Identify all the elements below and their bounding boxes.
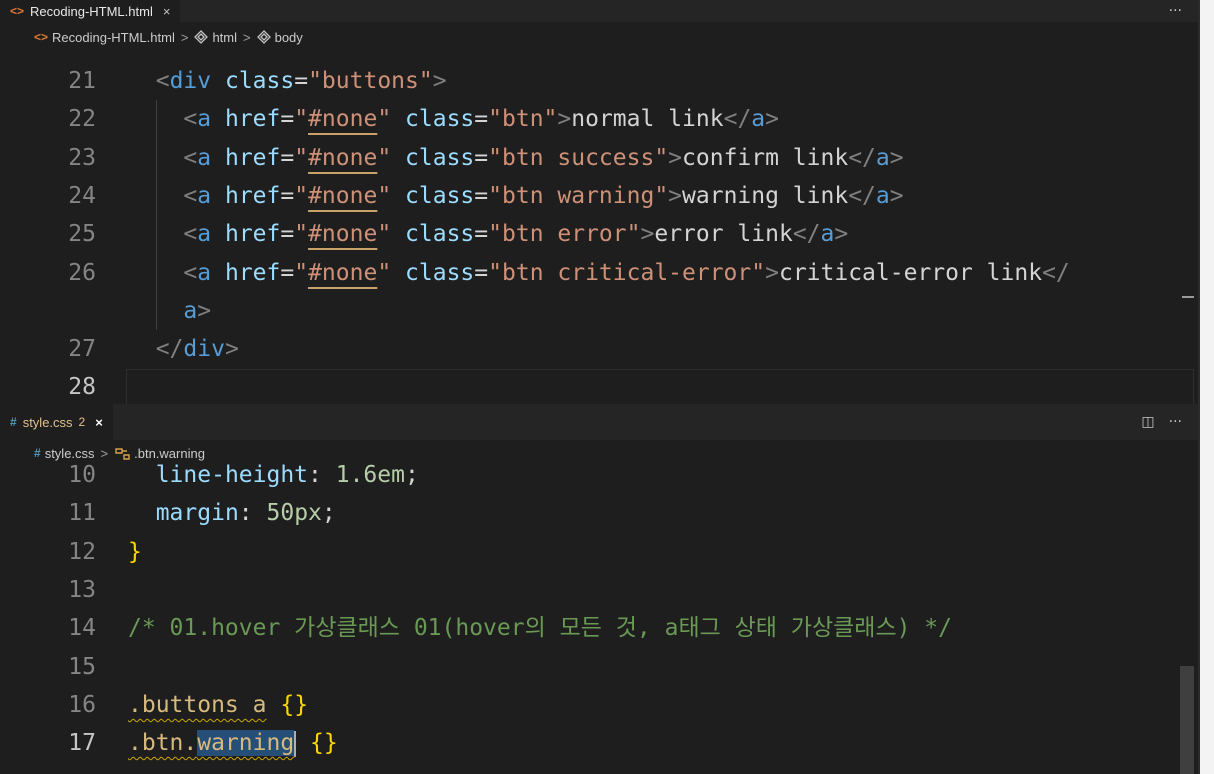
indent-guide <box>156 100 157 331</box>
code-text: .buttons a {} <box>128 691 309 718</box>
code-text: .btn.warning {} <box>128 730 338 757</box>
tab-recoding-html[interactable]: <> Recoding-HTML.html × <box>0 0 181 22</box>
code-line[interactable]: 23 <a href="#none" class="btn success">c… <box>0 139 1180 177</box>
code-line[interactable]: 22 <a href="#none" class="btn">normal li… <box>0 100 1180 138</box>
adjacent-window-edge <box>1198 0 1214 774</box>
tab-filename: Recoding-HTML.html <box>30 3 153 19</box>
line-number: 16 <box>68 691 96 718</box>
code-text: <a href="#none" class="btn">normal link<… <box>183 106 780 133</box>
code-text: <a href="#none" class="btn success">conf… <box>183 144 904 171</box>
code-text: <a href="#none" class="btn error">error … <box>183 221 849 248</box>
line-number: 27 <box>68 336 96 363</box>
code-line[interactable]: 10 line-height: 1.6em; <box>0 456 1180 494</box>
tab-style-css[interactable]: # style.css 2 × <box>0 404 113 440</box>
code-line[interactable]: a> <box>0 292 1180 330</box>
line-number: 15 <box>68 653 96 680</box>
tab-filename: style.css <box>22 414 73 430</box>
html-code-area[interactable]: 21 <div class="buttons"> 22 <a href="#non… <box>0 62 1194 404</box>
code-text: } <box>128 538 142 565</box>
current-line-highlight <box>126 369 1194 404</box>
html-tab-bar: <> Recoding-HTML.html × ··· <box>0 0 1198 22</box>
line-number: 10 <box>68 462 96 488</box>
line-number: 14 <box>68 615 96 642</box>
code-text: /* 01.hover 가상클래스 01(hover의 모든 것, a태그 상태… <box>128 615 952 642</box>
line-number: 25 <box>68 221 96 248</box>
element-icon <box>194 30 209 44</box>
code-text: margin: 50px; <box>155 500 336 527</box>
code-line[interactable]: 12} <box>0 533 1180 571</box>
code-text: <div class="buttons"> <box>155 68 447 94</box>
line-number: 21 <box>68 68 96 94</box>
code-line[interactable]: 11 margin: 50px; <box>0 494 1180 532</box>
code-text: </div> <box>155 336 239 363</box>
line-number: 24 <box>68 182 96 209</box>
code-text: line-height: 1.6em; <box>155 462 419 488</box>
line-number: 28 <box>68 374 96 401</box>
code-line[interactable]: 26 <a href="#none" class="btn critical-e… <box>0 254 1180 292</box>
breadcrumb-body-label: body <box>274 29 303 45</box>
breadcrumb: <> Recoding-HTML.html > html > body <box>0 22 1198 52</box>
line-number: 12 <box>68 538 96 565</box>
code-line[interactable]: 13 <box>0 571 1180 609</box>
line-number: 23 <box>68 144 96 171</box>
chevron-right-icon: > <box>243 29 251 45</box>
code-line[interactable]: 24 <a href="#none" class="btn warning">w… <box>0 177 1180 215</box>
css-file-icon: # <box>10 415 17 429</box>
overview-ruler-mark <box>1182 296 1194 298</box>
line-number: 22 <box>68 106 96 133</box>
vertical-scrollbar-thumb[interactable] <box>1180 666 1194 774</box>
problems-badge: 2 <box>78 415 86 429</box>
html-file-icon: <> <box>34 30 49 44</box>
code-line[interactable]: 15 <box>0 648 1180 686</box>
close-icon[interactable]: × <box>163 4 171 19</box>
split-editor-icon[interactable]: ◫ <box>1141 414 1154 430</box>
code-line[interactable]: 21 <div class="buttons"> <box>0 62 1180 100</box>
breadcrumb-html[interactable]: html <box>194 30 237 45</box>
more-actions-icon[interactable]: ··· <box>1169 3 1182 19</box>
line-number: 11 <box>68 500 96 527</box>
close-icon[interactable]: × <box>95 415 103 430</box>
css-code-area[interactable]: 10 line-height: 1.6em; 11 margin: 50px; 12… <box>0 456 1180 774</box>
code-text: <a href="#none" class="btn warning">warn… <box>183 182 904 209</box>
line-number: 13 <box>68 576 96 603</box>
breadcrumb-html-label: html <box>212 29 237 45</box>
code-line[interactable]: 25 <a href="#none" class="btn error">err… <box>0 215 1180 253</box>
breadcrumb-body[interactable]: body <box>256 29 303 45</box>
breadcrumb-file-label: Recoding-HTML.html <box>52 29 175 45</box>
line-number: 26 <box>68 259 96 286</box>
css-editor-group: # style.css 2 × ◫ ··· # style.css > .btn… <box>0 404 1198 774</box>
line-number: 17 <box>68 730 96 757</box>
code-text: a> <box>183 297 212 324</box>
chevron-right-icon: > <box>180 29 189 45</box>
element-icon <box>256 30 271 44</box>
code-line[interactable]: 16 .buttons a {} <box>0 686 1180 724</box>
html-file-icon: <> <box>10 4 25 18</box>
code-line[interactable]: 17 .btn.warning {} <box>0 724 1180 762</box>
code-text: <a href="#none" class="btn critical-erro… <box>183 259 1070 286</box>
code-line[interactable]: 27 </div> <box>0 330 1180 368</box>
more-actions-icon[interactable]: ··· <box>1169 414 1182 430</box>
css-tab-bar: # style.css 2 × ◫ ··· <box>0 404 1198 440</box>
html-editor-group: <> Recoding-HTML.html × ··· <> Recoding-… <box>0 0 1198 404</box>
breadcrumb-file[interactable]: <> Recoding-HTML.html <box>34 30 175 45</box>
code-line[interactable]: 14 /* 01.hover 가상클래스 01(hover의 모든 것, a태그 … <box>0 609 1180 647</box>
